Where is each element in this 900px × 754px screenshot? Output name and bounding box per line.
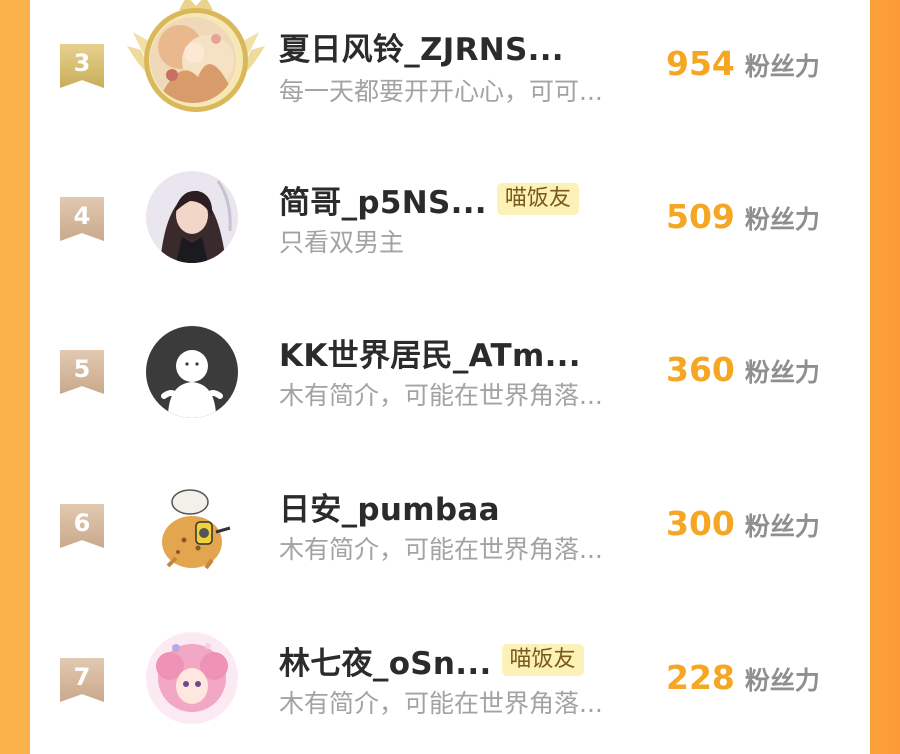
user-avatar[interactable] xyxy=(146,632,238,724)
score-value: 300 xyxy=(666,504,735,543)
user-bio: 木有简介，可能在世界角落... xyxy=(279,689,603,718)
fan-power-score: 300 粉丝力 xyxy=(666,504,820,548)
fan-power-score: 509 粉丝力 xyxy=(666,197,820,241)
score-unit: 粉丝力 xyxy=(744,512,820,541)
user-name[interactable]: 简哥_p5NS... xyxy=(279,177,487,222)
rank-badge: 3 xyxy=(60,44,104,88)
user-bio: 只看双男主 xyxy=(279,228,405,257)
ranking-row[interactable]: 5 KK世界居民_ATm... 木有简介，可能在世界角落... 360 粉丝力 xyxy=(30,306,870,446)
user-name[interactable]: 林七夜_oSn... xyxy=(279,638,492,683)
user-name[interactable]: 日安_pumbaa xyxy=(279,484,500,529)
rank-badge: 5 xyxy=(60,350,104,394)
user-name[interactable]: 夏日风铃_ZJRNS... xyxy=(279,24,564,69)
score-unit: 粉丝力 xyxy=(744,358,820,387)
fan-tag-badge: 喵饭友 xyxy=(501,644,584,676)
user-avatar[interactable] xyxy=(146,326,238,418)
name-line: 简哥_p5NS... 喵饭友 xyxy=(279,177,579,222)
score-value: 228 xyxy=(666,658,735,697)
user-avatar[interactable] xyxy=(146,171,238,263)
name-line: 日安_pumbaa xyxy=(279,484,500,529)
score-unit: 粉丝力 xyxy=(744,666,820,695)
fan-ranking-list: 3 夏日风铃_ZJRNS... 每一天都要开开心心，可可... 954 粉丝力 … xyxy=(30,0,870,724)
user-bio: 木有简介，可能在世界角落... xyxy=(279,381,603,410)
user-name[interactable]: KK世界居民_ATm... xyxy=(279,330,581,375)
name-line: 夏日风铃_ZJRNS... xyxy=(279,24,564,69)
name-line: 林七夜_oSn... 喵饭友 xyxy=(279,638,584,683)
score-unit: 粉丝力 xyxy=(744,52,820,81)
fan-power-score: 360 粉丝力 xyxy=(666,350,820,394)
user-bio: 每一天都要开开心心，可可... xyxy=(279,77,603,106)
score-value: 509 xyxy=(666,197,735,236)
ranking-row[interactable]: 4 简哥_p5NS... 喵饭友 只看双男主 509 粉丝力 xyxy=(30,153,870,293)
ranking-row[interactable]: 6 日安_pumbaa 木有简介，可能在世界角落... 300 粉丝力 xyxy=(30,460,870,600)
fan-power-score: 228 粉丝力 xyxy=(666,658,820,702)
score-value: 360 xyxy=(666,350,735,389)
user-avatar[interactable] xyxy=(150,17,236,103)
fan-tag-badge: 喵饭友 xyxy=(496,183,579,215)
rank-badge: 6 xyxy=(60,504,104,548)
user-bio: 木有简介，可能在世界角落... xyxy=(279,535,603,564)
score-unit: 粉丝力 xyxy=(744,205,820,234)
ranking-row[interactable]: 3 夏日风铃_ZJRNS... 每一天都要开开心心，可可... 954 粉丝力 xyxy=(30,0,870,140)
rank-badge: 7 xyxy=(60,658,104,702)
rank-badge: 4 xyxy=(60,197,104,241)
score-value: 954 xyxy=(666,44,735,83)
fan-power-score: 954 粉丝力 xyxy=(666,44,820,88)
name-line: KK世界居民_ATm... xyxy=(279,330,581,375)
user-avatar[interactable] xyxy=(146,482,238,574)
ranking-row[interactable]: 7 林七夜_oSn... 喵饭友 木有简介，可能在世界角落... 228 粉丝力 xyxy=(30,614,870,754)
